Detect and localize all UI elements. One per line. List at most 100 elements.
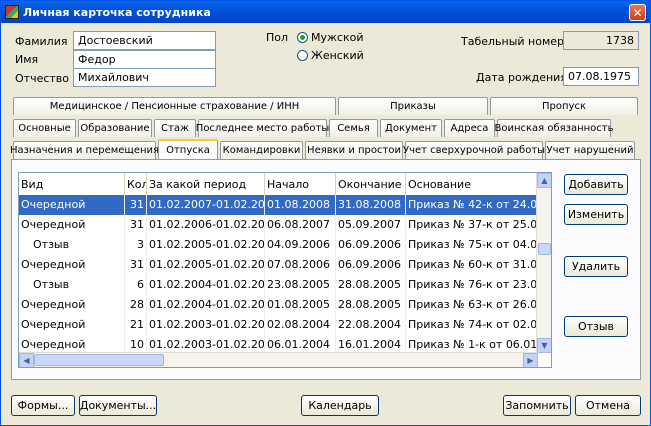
gender-female-label: Женский <box>311 49 364 62</box>
cell-type: Очередной <box>19 315 125 335</box>
cell-period: 01.02.2006-01.02.2007 <box>147 215 265 235</box>
tab-assignments[interactable]: Назначения и перемещения <box>10 141 159 159</box>
cell-count: 28 <box>125 295 147 315</box>
cell-start: 07.08.2006 <box>265 255 336 275</box>
cancel-button[interactable]: Отмена <box>575 395 641 416</box>
scroll-down-icon[interactable]: ▼ <box>537 338 551 353</box>
vacations-grid[interactable]: Вид Коли За какой период Начало Окончани… <box>18 172 552 368</box>
cell-count: 21 <box>125 315 147 335</box>
scroll-right-icon[interactable]: ▶ <box>523 353 538 367</box>
tab-education[interactable]: Образование <box>78 119 152 137</box>
surname-field[interactable]: Достоевский <box>73 31 216 50</box>
vertical-scrollbar[interactable]: ▲ ▼ <box>536 173 551 353</box>
tab-addresses[interactable]: Адреса <box>444 119 495 137</box>
tab-last-workplace[interactable]: Последнее место работы <box>196 119 329 137</box>
scroll-thumb[interactable] <box>538 243 551 255</box>
tab-family[interactable]: Семья <box>329 119 378 137</box>
cell-basis: Приказ № 74-к от 02.08.20 <box>406 315 538 335</box>
cell-end: 31.08.2008 <box>336 195 406 215</box>
tab-overtime[interactable]: Учет сверхурочной работы <box>403 141 545 159</box>
tab-vacations[interactable]: Отпуска <box>158 139 218 159</box>
cell-period: 01.02.2003-01.02.2004 <box>147 315 265 335</box>
tab-document[interactable]: Документ <box>380 119 442 137</box>
cell-count: 6 <box>125 275 147 295</box>
tab-orders[interactable]: Приказы <box>338 97 488 115</box>
close-button[interactable]: ✕ <box>629 4 646 21</box>
tab-main[interactable]: Основные <box>13 119 76 137</box>
birthdate-field[interactable]: 07.08.1975 <box>563 67 639 86</box>
column-header-end[interactable]: Окончание <box>336 173 406 195</box>
tab-absences[interactable]: Неявки и простои <box>305 141 403 159</box>
tab-insurance[interactable]: Медицинское / Пенсионные страхование / И… <box>13 97 336 115</box>
gender-label: Пол <box>266 31 289 44</box>
cell-basis: Приказ № 37-к от 25.07.20 <box>406 215 538 235</box>
cell-basis: Приказ № 42-к от 24.07.20 <box>406 195 538 215</box>
table-row[interactable]: Очередной2801.02.2004-01.02.200501.08.20… <box>19 295 538 315</box>
cell-basis: Приказ № 60-к от 31.07.20 <box>406 255 538 275</box>
scroll-up-icon[interactable]: ▲ <box>537 173 551 188</box>
title-bar[interactable]: Личная карточка сотрудника ✕ <box>1 1 650 23</box>
cell-type: Очередной <box>19 255 125 275</box>
tab-business-trips[interactable]: Командировки <box>220 141 303 159</box>
cell-start: 02.08.2004 <box>265 315 336 335</box>
cell-type: Очередной <box>19 295 125 315</box>
cell-period: 01.02.2004-01.02.2005 <box>147 295 265 315</box>
column-header-type[interactable]: Вид <box>19 173 125 195</box>
cell-period: 01.02.2004-01.02.2005 <box>147 275 265 295</box>
tab-military[interactable]: Воинская обязанность <box>494 119 614 137</box>
save-button[interactable]: Запомнить <box>503 395 571 416</box>
table-row[interactable]: Отзыв301.02.2005-01.02.200604.09.200606.… <box>19 235 538 255</box>
tab-seniority[interactable]: Стаж <box>154 119 196 137</box>
cell-start: 01.08.2008 <box>265 195 336 215</box>
calendar-button[interactable]: Календарь <box>301 395 379 416</box>
column-header-count[interactable]: Коли <box>125 173 147 195</box>
cell-start: 06.08.2007 <box>265 215 336 235</box>
table-row[interactable]: Очередной3101.02.2007-01.02.200801.08.20… <box>19 195 538 215</box>
cell-basis: Приказ № 63-к от 26.07.20 <box>406 295 538 315</box>
cell-type: Отзыв <box>19 275 125 295</box>
add-button[interactable]: Добавить <box>564 174 628 195</box>
recall-button[interactable]: Отзыв <box>564 316 628 337</box>
radio-checked-icon <box>297 32 308 43</box>
gender-female-radio[interactable]: Женский <box>297 49 364 62</box>
tabnum-field[interactable]: 1738 <box>563 31 639 50</box>
cell-end: 28.08.2005 <box>336 295 406 315</box>
tab-violations[interactable]: Учет нарушений <box>545 141 635 159</box>
window-title: Личная карточка сотрудника <box>23 5 211 19</box>
cell-end: 22.08.2004 <box>336 315 406 335</box>
table-row[interactable]: Отзыв601.02.2004-01.02.200523.08.200528.… <box>19 275 538 295</box>
tab-pass[interactable]: Пропуск <box>490 97 638 115</box>
gender-male-radio[interactable]: Мужской <box>297 31 363 44</box>
table-row[interactable]: Очередной3101.02.2006-01.02.200706.08.20… <box>19 215 538 235</box>
horizontal-scrollbar[interactable]: ◀ ▶ <box>19 352 538 367</box>
column-header-period[interactable]: За какой период <box>147 173 265 195</box>
name-label: Имя <box>15 53 39 66</box>
forms-button[interactable]: Формы... <box>11 395 75 416</box>
patronymic-field[interactable]: Михайлович <box>73 68 216 87</box>
cell-end: 06.09.2006 <box>336 235 406 255</box>
close-icon: ✕ <box>632 5 643 20</box>
grid-header: Вид Коли За какой период Начало Окончани… <box>19 173 538 195</box>
column-header-basis[interactable]: Основание <box>406 173 538 195</box>
tab-row-1: Медицинское / Пенсионные страхование / И… <box>13 97 640 115</box>
cell-period: 01.02.2007-01.02.2008 <box>147 195 265 215</box>
documents-button[interactable]: Документы... <box>79 395 157 416</box>
surname-label: Фамилия <box>15 35 68 48</box>
delete-button[interactable]: Удалить <box>564 256 628 277</box>
tabnum-label: Табельный номер <box>461 35 565 48</box>
tab-row-2: Основные Образование Стаж Последнее мест… <box>13 119 614 137</box>
radio-unchecked-icon <box>297 50 308 61</box>
gender-male-label: Мужской <box>311 31 364 44</box>
cell-basis: Приказ № 75-к от 04.09.20 <box>406 235 538 255</box>
cell-start: 23.08.2005 <box>265 275 336 295</box>
column-header-start[interactable]: Начало <box>265 173 336 195</box>
name-field[interactable]: Федор <box>73 50 216 69</box>
table-row[interactable]: Очередной2101.02.2003-01.02.200402.08.20… <box>19 315 538 335</box>
employee-card-window: Личная карточка сотрудника ✕ Фамилия Дос… <box>0 0 651 426</box>
table-row[interactable]: Очередной3101.02.2005-01.02.200607.08.20… <box>19 255 538 275</box>
scroll-left-icon[interactable]: ◀ <box>19 353 34 367</box>
patronymic-label: Отчество <box>15 72 70 85</box>
cell-end: 05.09.2007 <box>336 215 406 235</box>
hscroll-thumb[interactable] <box>34 354 164 366</box>
edit-button[interactable]: Изменить <box>564 204 628 225</box>
